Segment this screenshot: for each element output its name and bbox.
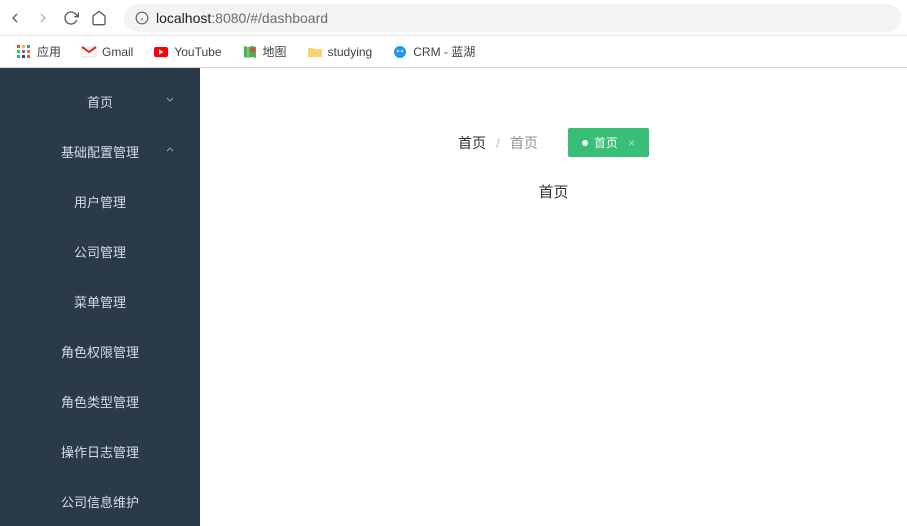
home-button[interactable] (90, 9, 108, 27)
youtube-icon (153, 44, 169, 60)
breadcrumb-row: 首页 / 首页 首页 × (458, 128, 649, 157)
address-bar[interactable]: localhost:8080/#/dashboard (124, 4, 901, 32)
info-icon (134, 10, 150, 26)
sidebar-item-company-info[interactable]: 公司信息维护 (0, 476, 200, 526)
bookmark-label: Gmail (102, 45, 133, 59)
gmail-icon (81, 44, 97, 60)
bookmark-label: YouTube (174, 45, 221, 59)
app-container: 首页 基础配置管理 用户管理 公司管理 菜单管理 角色权限管理 角色类型管理 操… (0, 68, 907, 526)
folder-icon (307, 44, 323, 60)
back-button[interactable] (6, 9, 24, 27)
main-content: 首页 / 首页 首页 × 首页 (200, 68, 907, 526)
sidebar-item-menu-mgmt[interactable]: 菜单管理 (0, 276, 200, 326)
sidebar-item-role-type[interactable]: 角色类型管理 (0, 376, 200, 426)
reload-button[interactable] (62, 9, 80, 27)
sidebar-item-user-mgmt[interactable]: 用户管理 (0, 176, 200, 226)
bookmark-youtube[interactable]: YouTube (145, 40, 229, 64)
url-text: localhost:8080/#/dashboard (156, 10, 328, 26)
bookmark-label: 地图 (263, 43, 287, 60)
maps-icon (242, 44, 258, 60)
sidebar-item-label: 角色权限管理 (61, 342, 139, 361)
close-icon[interactable]: × (628, 136, 635, 150)
bookmark-apps[interactable]: 应用 (8, 39, 69, 64)
page-tag[interactable]: 首页 × (568, 128, 649, 157)
breadcrumb-link[interactable]: 首页 (510, 133, 538, 153)
bookmark-crm[interactable]: CRM - 蓝湖 (384, 39, 483, 64)
breadcrumb-separator: / (496, 135, 500, 151)
browser-toolbar: localhost:8080/#/dashboard (0, 0, 907, 36)
lanhu-icon (392, 44, 408, 60)
sidebar-item-home[interactable]: 首页 (0, 76, 200, 126)
sidebar-item-label: 公司管理 (74, 242, 126, 261)
sidebar-item-basic-config[interactable]: 基础配置管理 (0, 126, 200, 176)
sidebar-item-oplog[interactable]: 操作日志管理 (0, 426, 200, 476)
apps-icon (16, 44, 32, 60)
bookmark-maps[interactable]: 地图 (234, 39, 295, 64)
bookmarks-bar: 应用 Gmail YouTube 地图 studying CRM - 蓝湖 (0, 36, 907, 68)
sidebar-item-label: 菜单管理 (74, 292, 126, 311)
sidebar-item-label: 角色类型管理 (61, 392, 139, 411)
bookmark-label: 应用 (37, 43, 61, 60)
breadcrumb-current: 首页 (458, 133, 486, 153)
sidebar: 首页 基础配置管理 用户管理 公司管理 菜单管理 角色权限管理 角色类型管理 操… (0, 68, 200, 526)
sidebar-item-role-perm[interactable]: 角色权限管理 (0, 326, 200, 376)
chevron-down-icon (164, 94, 176, 109)
tag-dot-icon (582, 140, 588, 146)
page-title: 首页 (538, 181, 568, 202)
bookmark-label: CRM - 蓝湖 (413, 43, 475, 60)
chevron-up-icon (164, 144, 176, 159)
sidebar-item-label: 基础配置管理 (61, 142, 139, 161)
sidebar-item-label: 操作日志管理 (61, 442, 139, 461)
tag-label: 首页 (594, 134, 618, 151)
sidebar-item-label: 首页 (87, 92, 113, 111)
sidebar-item-company-mgmt[interactable]: 公司管理 (0, 226, 200, 276)
forward-button[interactable] (34, 9, 52, 27)
sidebar-item-label: 公司信息维护 (61, 492, 139, 511)
sidebar-item-label: 用户管理 (74, 192, 126, 211)
bookmark-gmail[interactable]: Gmail (73, 40, 141, 64)
bookmark-label: studying (328, 45, 373, 59)
bookmark-studying[interactable]: studying (299, 40, 381, 64)
